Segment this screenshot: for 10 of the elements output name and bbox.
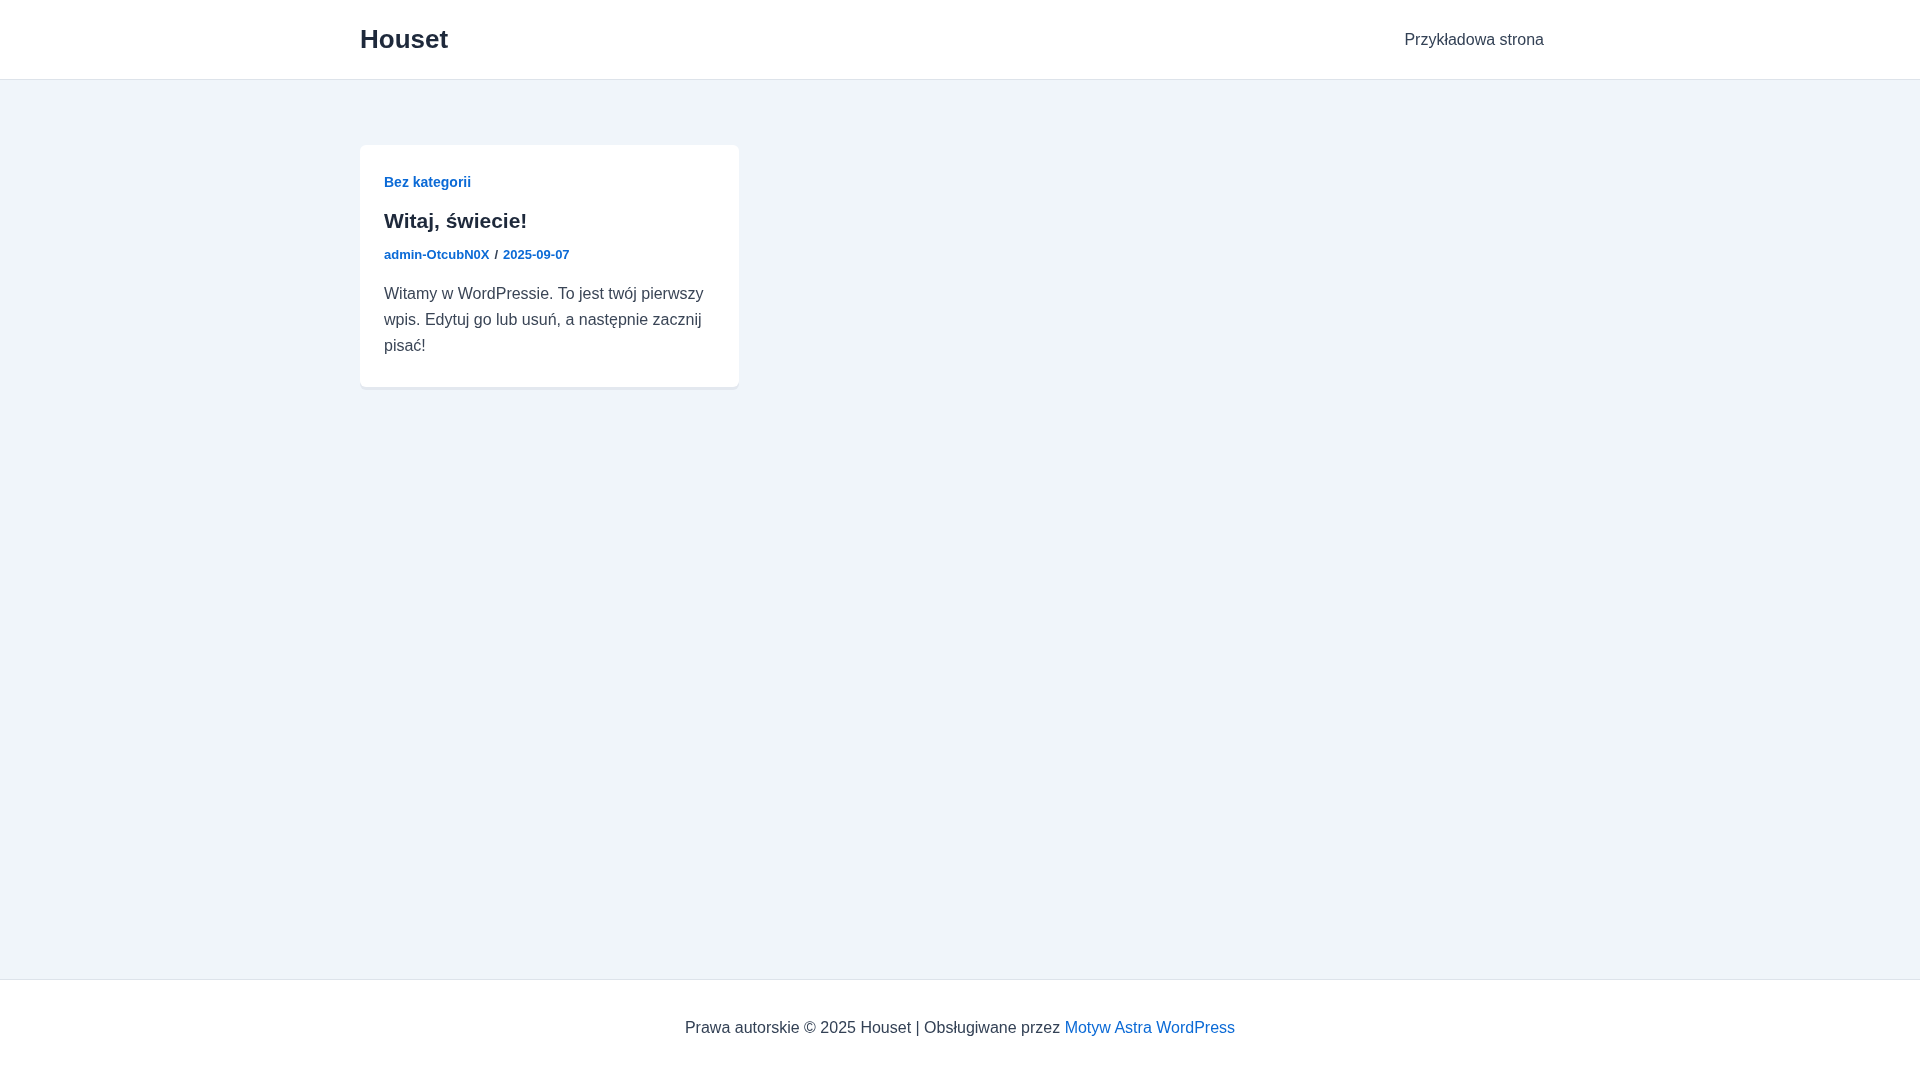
category-link[interactable]: Bez kategorii (384, 172, 472, 192)
post-title[interactable]: Witaj, świecie! (384, 208, 528, 234)
nav-link[interactable]: Przykładowa strona (1404, 27, 1544, 52)
site-title[interactable]: Houset (360, 20, 449, 59)
author-link[interactable]: admin-OtcubN0X (384, 246, 490, 264)
theme-link[interactable]: Motyw Astra WordPress (1064, 1019, 1236, 1036)
meta-separator: / (494, 246, 499, 264)
copyright-text: Prawa autorskie © 2025 Houset | Obsługiwane przez Motyw Astra WordPress (684, 1018, 1236, 1038)
post-excerpt: Witamy w WordPressie. To jest twój pierwszy wpis. Edytuj go lub usuń, a następnie zacznij pisać! (384, 284, 705, 356)
date-link[interactable]: 2025-09-07 (503, 246, 570, 264)
